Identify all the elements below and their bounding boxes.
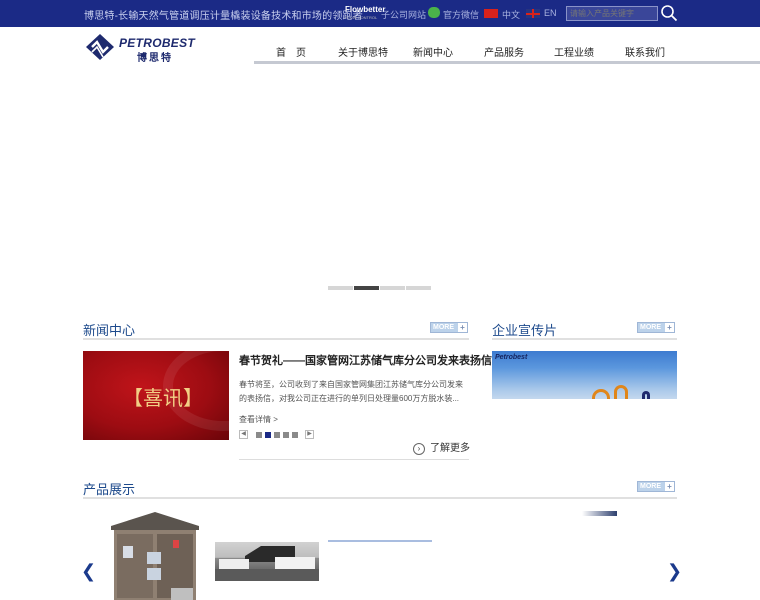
- news-image[interactable]: 【喜讯】: [83, 351, 229, 440]
- nav-home[interactable]: 首 页: [276, 44, 306, 59]
- uk-flag-icon[interactable]: [526, 9, 540, 18]
- product-image-cabinet[interactable]: [111, 512, 199, 600]
- products-prev-arrow-icon[interactable]: ❮: [81, 561, 96, 582]
- banner-dot-3[interactable]: [380, 286, 405, 290]
- news-detail-link[interactable]: 查看详情 >: [239, 414, 278, 425]
- products-more-button[interactable]: MORE +: [637, 481, 675, 492]
- news-section-title: 新闻中心: [83, 323, 136, 338]
- news-image-caption: 【喜讯】: [123, 386, 203, 410]
- promo-video-thumbnail[interactable]: Petrobest: [492, 351, 677, 399]
- flowbetter-brand: Flowbetter: [345, 5, 386, 14]
- search-icon[interactable]: [660, 4, 678, 22]
- news-more-label: MORE: [433, 324, 454, 331]
- arrow-circle-icon: ›: [413, 443, 425, 455]
- logo-text-en: PETROBEST: [119, 36, 196, 50]
- news-pager-dot-1[interactable]: [256, 432, 262, 438]
- nav-contact[interactable]: 联系我们: [625, 44, 665, 59]
- flowbetter-logo-link[interactable]: Flowbetter FLOW CONTROL: [345, 6, 385, 22]
- news-pager-dot-2[interactable]: [265, 432, 271, 438]
- products-section-title: 产品展示: [83, 482, 136, 497]
- products-next-arrow-icon[interactable]: ❯: [667, 561, 682, 582]
- news-pager-dot-3[interactable]: [274, 432, 280, 438]
- pipeline-graphic: [642, 391, 650, 399]
- banner-dot-1[interactable]: [328, 286, 353, 290]
- plant-illustration: [215, 546, 319, 581]
- nav-news[interactable]: 新闻中心: [413, 44, 453, 59]
- nav-products[interactable]: 产品服务: [484, 44, 524, 59]
- video-more-label: MORE: [640, 324, 661, 331]
- news-pager-dot-5[interactable]: [292, 432, 298, 438]
- product-image-plant[interactable]: [215, 542, 319, 581]
- plus-icon: +: [665, 482, 674, 491]
- hero-banner[interactable]: [0, 67, 760, 295]
- pipeline-graphic: [614, 385, 628, 399]
- news-headline[interactable]: 春节贺礼——国家管网江苏储气库分公司发来表扬信！: [239, 352, 503, 368]
- banner-dot-2[interactable]: [354, 286, 379, 290]
- products-section-divider: [83, 497, 677, 499]
- wechat-icon[interactable]: [428, 7, 440, 18]
- video-more-button[interactable]: MORE +: [637, 322, 675, 333]
- video-section-divider: [492, 338, 677, 340]
- site-logo[interactable]: PETROBEST 博思特: [83, 33, 195, 64]
- video-section-title: 企业宣传片: [492, 323, 558, 338]
- news-section-divider: [83, 338, 469, 340]
- wechat-link[interactable]: 官方微信: [443, 8, 479, 21]
- flowbetter-subtitle: FLOW CONTROL: [345, 15, 378, 20]
- banner-pagination: [328, 286, 432, 290]
- news-prev-arrow-icon[interactable]: ◀: [239, 430, 248, 439]
- lang-en-link[interactable]: EN: [544, 8, 557, 18]
- banner-dot-4[interactable]: [406, 286, 431, 290]
- news-pager: ◀ ▶: [239, 430, 319, 440]
- site-tagline: 博思特-长输天然气管道调压计量橇装设备技术和市场的领跑者: [84, 11, 363, 22]
- plus-icon: +: [458, 323, 467, 332]
- news-pager-dot-4[interactable]: [283, 432, 289, 438]
- main-nav: 首 页 关于博思特 新闻中心 产品服务 工程业绩 联系我们: [254, 38, 760, 64]
- product-image-4[interactable]: [582, 511, 617, 516]
- pipeline-graphic: [592, 389, 610, 399]
- lang-cn-link[interactable]: 中文: [502, 8, 520, 21]
- news-next-arrow-icon[interactable]: ▶: [305, 430, 314, 439]
- plus-icon: +: [665, 323, 674, 332]
- product-image-3[interactable]: [328, 540, 432, 542]
- news-bottom-divider: [239, 459, 469, 460]
- news-summary: 春节将至，公司收到了来自国家管网集团江苏储气库分公司发来的表扬信，对我公司正在进…: [239, 380, 463, 403]
- products-more-label: MORE: [640, 483, 661, 490]
- video-thumb-logo: Petrobest: [495, 354, 528, 361]
- news-more-button[interactable]: MORE +: [430, 322, 468, 333]
- nav-about[interactable]: 关于博思特: [338, 44, 388, 59]
- petrobest-logo-mark-icon: [86, 34, 114, 60]
- top-bar: 博思特-长输天然气管道调压计量橇装设备技术和市场的领跑者 Flowbetter …: [0, 0, 760, 27]
- logo-text-cn: 博思特: [137, 53, 173, 64]
- nav-projects[interactable]: 工程业绩: [554, 44, 594, 59]
- product-search-input[interactable]: [566, 6, 658, 21]
- partner-site-link[interactable]: 子公司网站: [381, 8, 426, 21]
- learn-more-label: 了解更多: [430, 443, 470, 454]
- learn-more-link[interactable]: › 了解更多: [413, 439, 470, 455]
- china-flag-icon[interactable]: [484, 9, 498, 18]
